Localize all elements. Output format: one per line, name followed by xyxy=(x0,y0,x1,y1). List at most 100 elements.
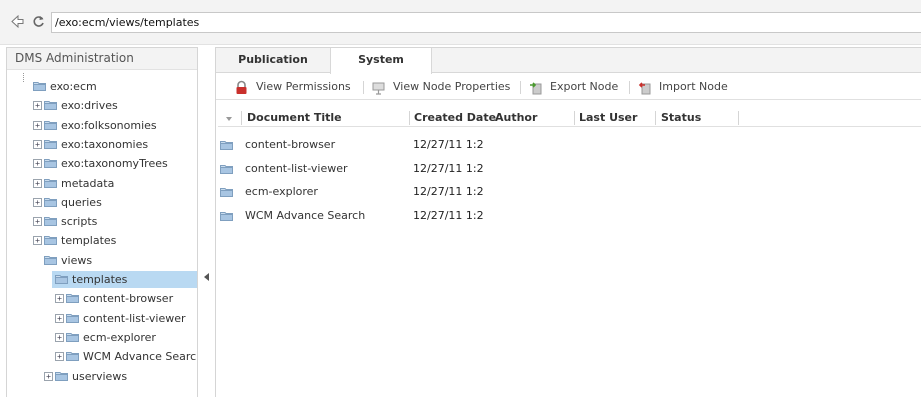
column-last-user[interactable]: Last User xyxy=(579,109,637,127)
column-author[interactable]: Author xyxy=(495,109,537,127)
column-created-date[interactable]: Created Date xyxy=(414,109,496,127)
column-separator xyxy=(574,111,575,125)
table-row[interactable]: WCM Advance Search 12/27/11 1:2 xyxy=(216,206,920,226)
action-separator xyxy=(363,81,364,94)
view-permissions-button[interactable]: View Permissions xyxy=(234,78,359,96)
collapse-panel-icon[interactable] xyxy=(204,273,209,281)
expand-icon[interactable]: + xyxy=(55,294,64,304)
tree-item[interactable]: + userviews xyxy=(7,368,197,385)
lock-icon xyxy=(236,80,247,94)
tree-item-label: exo:folksonomies xyxy=(61,118,157,132)
tree-item[interactable]: + exo:taxonomies xyxy=(7,136,197,153)
address-bar: /exo:ecm/views/templates xyxy=(0,0,921,45)
column-separator xyxy=(241,111,242,125)
tree-item-label: views xyxy=(61,253,93,267)
document-title-cell[interactable]: ecm-explorer xyxy=(245,182,318,202)
tree-item-label: content-browser xyxy=(83,292,174,306)
tree-item[interactable]: + content-list-viewer xyxy=(7,310,197,327)
tree-item[interactable]: templates xyxy=(52,271,197,288)
expand-icon[interactable]: + xyxy=(33,236,42,246)
expand-icon[interactable]: + xyxy=(55,352,64,362)
column-separator xyxy=(409,111,410,125)
content-panel: Publication System View Permissions View… xyxy=(215,47,921,397)
table-row[interactable]: content-browser 12/27/11 1:2 xyxy=(216,135,920,155)
folder-icon xyxy=(44,236,57,246)
export-node-label: Export Node xyxy=(550,80,619,93)
tree-item-label: ecm-explorer xyxy=(83,330,156,344)
address-input[interactable]: /exo:ecm/views/templates xyxy=(51,12,921,33)
tree-item[interactable]: + content-browser xyxy=(7,290,197,307)
expand-icon[interactable]: + xyxy=(55,332,64,342)
table-header: Document Title Created Date Author Last … xyxy=(218,109,921,127)
export-node-button[interactable]: Export Node xyxy=(528,78,624,96)
table-row[interactable]: content-list-viewer 12/27/11 1:2 xyxy=(216,159,920,179)
tree-item[interactable]: + queries xyxy=(7,194,197,211)
dms-administration-panel: DMS Administration exo:ecm + exo:drives + ex… xyxy=(6,47,198,397)
expand-icon[interactable]: + xyxy=(33,139,42,149)
folder-icon xyxy=(220,211,233,221)
created-date-cell: 12/27/11 1:2 xyxy=(413,138,484,151)
tree-item-label: metadata xyxy=(61,176,115,190)
folder-icon xyxy=(33,82,46,91)
folder-icon xyxy=(220,188,233,197)
tree-item-label: exo:taxonomyTrees xyxy=(61,157,168,171)
created-date-cell: 12/27/11 1:2 xyxy=(413,161,484,175)
tree-item-label: templates xyxy=(61,234,117,248)
document-title-cell[interactable]: content-browser xyxy=(245,135,335,155)
tab-system[interactable]: System xyxy=(330,48,432,74)
view-permissions-label: View Permissions xyxy=(256,80,351,93)
tree-item[interactable]: + templates xyxy=(7,232,197,249)
folder-icon xyxy=(44,197,57,207)
action-bar: View Permissions View Node Properties Ex… xyxy=(216,74,921,100)
tree-item-label: queries xyxy=(61,195,102,209)
column-status[interactable]: Status xyxy=(661,109,701,127)
folder-icon xyxy=(220,164,233,174)
tree-item[interactable]: + WCM Advance Search xyxy=(7,348,197,365)
tree-item[interactable]: exo:ecm xyxy=(7,78,197,95)
table-row[interactable]: ecm-explorer 12/27/11 1:2 xyxy=(216,182,920,202)
folder-icon xyxy=(44,120,57,130)
column-document-title[interactable]: Document Title xyxy=(247,109,342,127)
folder-icon xyxy=(44,139,57,149)
expand-icon[interactable]: + xyxy=(33,178,42,188)
expand-icon[interactable]: + xyxy=(33,101,42,111)
expand-icon[interactable]: + xyxy=(33,197,42,207)
column-separator xyxy=(655,111,656,125)
expand-icon[interactable]: + xyxy=(33,217,42,227)
sort-arrow-icon[interactable] xyxy=(226,117,232,121)
folder-icon xyxy=(44,101,57,111)
folder-icon xyxy=(44,178,57,188)
expand-icon[interactable]: + xyxy=(55,313,64,323)
folder-icon xyxy=(66,352,79,362)
expand-icon[interactable]: + xyxy=(33,159,42,169)
folder-icon xyxy=(55,371,68,381)
tree-item[interactable]: + ecm-explorer xyxy=(7,329,197,346)
expand-icon[interactable]: + xyxy=(33,120,42,130)
tree-item[interactable]: + exo:drives xyxy=(7,97,197,114)
folder-icon xyxy=(44,159,57,169)
tree-item[interactable]: + scripts xyxy=(7,213,197,230)
import-node-button[interactable]: Import Node xyxy=(637,78,733,96)
tree-item-label: content-list-viewer xyxy=(83,311,186,325)
folder-icon xyxy=(66,313,79,323)
document-title-cell[interactable]: WCM Advance Search xyxy=(245,206,365,226)
tree-item-label: userviews xyxy=(72,369,128,383)
view-node-properties-button[interactable]: View Node Properties xyxy=(371,78,516,96)
expand-icon[interactable]: + xyxy=(44,371,53,381)
folder-icon xyxy=(220,141,233,150)
document-title-cell[interactable]: content-list-viewer xyxy=(245,159,348,179)
tree-item[interactable]: + exo:folksonomies xyxy=(7,117,197,134)
tree-item[interactable]: + exo:taxonomyTrees xyxy=(7,155,197,172)
view-node-properties-label: View Node Properties xyxy=(393,80,511,93)
back-arrow-icon[interactable] xyxy=(11,15,24,28)
column-separator xyxy=(738,111,739,125)
import-icon xyxy=(638,82,651,95)
tab-publication[interactable]: Publication xyxy=(216,48,330,73)
tree-item[interactable]: views xyxy=(7,252,197,269)
properties-icon xyxy=(372,82,385,95)
tree-item-label: exo:ecm xyxy=(50,80,97,93)
folder-icon xyxy=(66,294,79,304)
action-separator xyxy=(520,81,521,94)
refresh-icon[interactable] xyxy=(32,15,45,28)
tree-item[interactable]: + metadata xyxy=(7,175,197,192)
